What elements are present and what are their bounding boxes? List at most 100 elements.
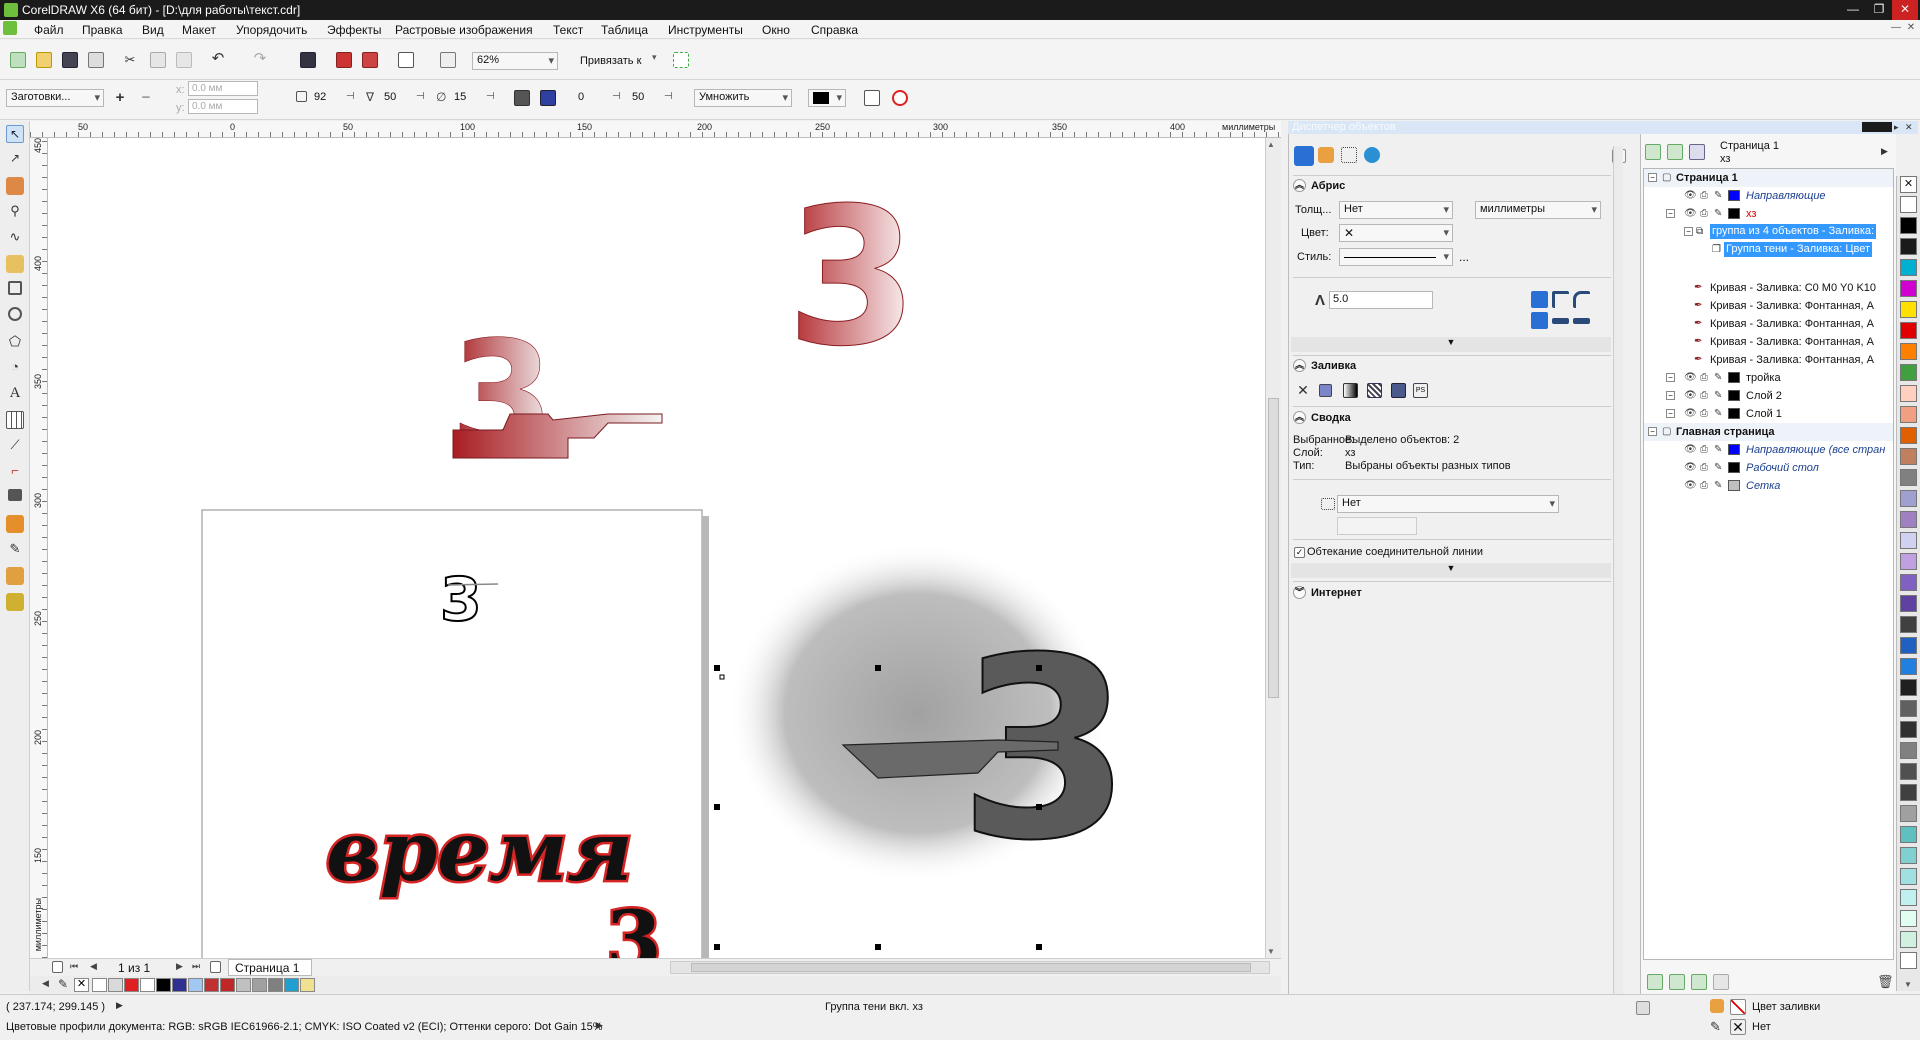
fade-slider-icon[interactable]: ⊣ [612, 91, 628, 107]
clear-shadow-icon[interactable] [892, 90, 908, 106]
color-swatch[interactable] [1900, 364, 1917, 381]
vertical-scroll-thumb[interactable] [1268, 398, 1279, 698]
horizontal-ruler[interactable]: 50 0 50 100 150 200 250 300 350 400 милл… [30, 121, 1281, 138]
fill-color-swatch[interactable] [1730, 999, 1746, 1015]
rectangle-tool-icon[interactable] [8, 281, 22, 295]
docker-close-icon[interactable]: ✕ [1905, 122, 1914, 132]
coords-menu-icon[interactable]: ▶ [116, 1000, 132, 1016]
visibility-icon[interactable]: 👁 [1684, 208, 1697, 219]
scroll-up-icon[interactable]: ▲ [1267, 140, 1275, 149]
expand-toggle-icon[interactable]: − [1666, 409, 1675, 418]
vertical-scrollbar[interactable]: ▲ ▼ [1265, 138, 1281, 958]
expand-toggle-icon[interactable]: − [1666, 373, 1675, 382]
docker-minimize-icon[interactable] [1862, 122, 1892, 132]
print-toggle-icon[interactable]: ⎙ [1700, 480, 1708, 491]
feather-edges-icon[interactable] [540, 90, 556, 106]
outline-section-header[interactable]: ︽ Абрис [1289, 176, 1613, 196]
color-swatch[interactable] [1900, 847, 1917, 864]
page-icon[interactable]: ▢ [1662, 172, 1671, 183]
object-tree-row[interactable]: − 👁 ⎙ ✎ тройка [1644, 369, 1893, 387]
eyedropper-icon[interactable]: ✎ [58, 977, 74, 993]
edit-lock-icon[interactable]: ✎ [1714, 408, 1722, 419]
object-manager-menu-icon[interactable]: ▶ [1881, 146, 1897, 162]
publish-pdf-icon[interactable] [362, 52, 378, 68]
print-toggle-icon[interactable]: ⎙ [1700, 444, 1708, 455]
layer-color-swatch[interactable] [1728, 208, 1740, 219]
add-preset-icon[interactable]: + [112, 90, 128, 106]
outline-style-more-button[interactable]: ... [1459, 250, 1469, 264]
outline-style-select[interactable] [1339, 248, 1453, 266]
expand-toggle-icon[interactable]: − [1684, 227, 1693, 236]
add-page-icon[interactable] [52, 961, 63, 973]
corner-bevel-icon[interactable] [1573, 291, 1590, 308]
vertical-ruler[interactable]: 450 400 350 300 250 200 150 миллиметры [30, 138, 48, 958]
undo-icon[interactable]: ↶ [210, 51, 226, 67]
visibility-icon[interactable]: 👁 [1684, 372, 1697, 383]
object-tree-row[interactable]: − ▢ Страница 1 [1644, 169, 1893, 187]
shadow-angle-field[interactable]: 15 [450, 89, 484, 107]
horizontal-scroll-thumb[interactable] [691, 963, 1251, 972]
freehand-tool-icon[interactable]: ∿ [6, 229, 24, 247]
interactive-fill-tool-icon[interactable] [6, 593, 24, 611]
outline-properties-icon[interactable] [1294, 146, 1314, 166]
y-position-field[interactable]: 0.0 мм [188, 99, 258, 114]
palette-swatch[interactable] [188, 978, 203, 992]
drop-shadow-tool-icon[interactable] [8, 489, 22, 501]
palette-swatch[interactable] [124, 978, 139, 992]
edit-lock-icon[interactable]: ✎ [1714, 462, 1722, 473]
feather-slider-icon[interactable]: ⊣ [416, 91, 432, 107]
object-tree-row[interactable]: ✒ Кривая - Заливка: Фонтанная, А [1644, 333, 1893, 351]
remove-preset-icon[interactable]: − [138, 90, 154, 106]
miter-limit-field[interactable]: 5.0 [1329, 291, 1433, 309]
summary-expand-button[interactable]: ▼ [1291, 563, 1611, 578]
menu-file[interactable]: Файл [34, 23, 64, 37]
color-swatch[interactable] [1900, 217, 1917, 234]
minimize-button[interactable]: — [1840, 0, 1866, 20]
text-frame-icon[interactable] [1341, 147, 1357, 163]
options-icon[interactable] [673, 52, 689, 68]
fade-field[interactable]: 0 [574, 89, 610, 107]
object-tree-row[interactable]: ❐ Группа тени - Заливка: Цвет [1644, 241, 1893, 259]
color-swatch[interactable] [1900, 196, 1917, 213]
color-swatch[interactable] [1900, 826, 1917, 843]
outline-expand-button[interactable]: ▼ [1291, 337, 1611, 352]
color-swatch[interactable] [1900, 280, 1917, 297]
new-master-layer-even-icon[interactable] [1713, 974, 1729, 990]
zoom-level-select[interactable]: 62% [472, 52, 558, 70]
fill-tool-icon[interactable] [6, 567, 24, 585]
opacity-slider-icon[interactable]: ⊣ [346, 91, 362, 107]
page-tab[interactable]: Страница 1 [228, 959, 312, 976]
color-swatch[interactable] [1900, 238, 1917, 255]
color-swatch[interactable] [1900, 406, 1917, 423]
layer-color-swatch[interactable] [1728, 190, 1740, 201]
stretch-field[interactable]: 50 [628, 89, 662, 107]
document-icon[interactable] [3, 21, 17, 35]
connector-wrap-checkbox[interactable]: ✓ [1294, 547, 1305, 558]
summary-section-header[interactable]: ︽ Сводка [1289, 408, 1613, 428]
profiles-menu-icon[interactable]: ▶ [596, 1020, 612, 1036]
cut-icon[interactable]: ✂ [122, 52, 138, 68]
color-swatch[interactable] [1900, 637, 1917, 654]
internet-properties-icon[interactable] [1364, 147, 1380, 163]
transparency-tool-icon[interactable] [6, 515, 24, 533]
visibility-icon[interactable]: 👁 [1684, 480, 1697, 491]
palette-swatch[interactable] [220, 978, 235, 992]
new-layer-icon[interactable] [1647, 974, 1663, 990]
print-toggle-icon[interactable]: ⎙ [1700, 408, 1708, 419]
layer-manager-view-icon[interactable] [1689, 144, 1705, 160]
shadow-opacity-field[interactable]: 92 [310, 89, 344, 107]
visibility-icon[interactable]: 👁 [1684, 390, 1697, 401]
pick-tool-icon[interactable]: ↖ [6, 125, 24, 143]
app-launcher-icon[interactable] [398, 52, 414, 68]
docker-expand-icon[interactable]: ▸ [1894, 122, 1903, 132]
delete-icon[interactable]: 🗑 [1877, 974, 1894, 990]
layer-color-swatch[interactable] [1728, 372, 1740, 383]
snap-to-label[interactable]: Привязать к [580, 55, 641, 67]
color-swatch[interactable] [1900, 742, 1917, 759]
color-swatch[interactable] [1900, 700, 1917, 717]
object-tree-row[interactable]: 👁 ⎙ ✎ Направляющие (все стран [1644, 441, 1893, 459]
outline-units-select[interactable]: миллиметры [1475, 201, 1601, 219]
edit-lock-icon[interactable]: ✎ [1714, 372, 1722, 383]
pattern-fill-icon[interactable] [1367, 383, 1382, 398]
paste-icon[interactable] [176, 52, 192, 68]
